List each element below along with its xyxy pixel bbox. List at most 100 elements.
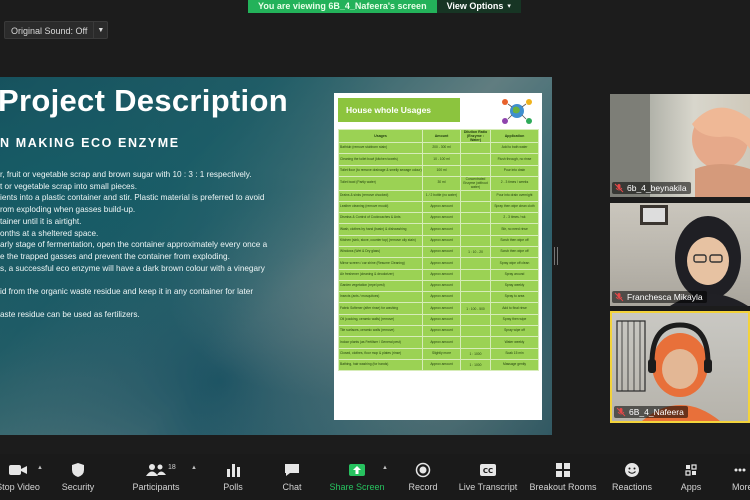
table-cell: Soak 15 min: [490, 347, 539, 360]
table-cell: Approx amount: [422, 257, 461, 270]
table-cell: [460, 313, 491, 327]
share-options-caret[interactable]: ▲: [382, 465, 388, 471]
apps-icon: [685, 464, 697, 476]
meeting-toolbar: Stop Video ▲ Security Participants 18 ▲ …: [0, 454, 750, 500]
table-cell: 1 : 1000: [460, 358, 491, 372]
table-cell: Indoor plants (as Fertiliser / General p…: [338, 336, 423, 349]
security-button[interactable]: Security: [58, 460, 98, 498]
security-label: Security: [61, 482, 95, 492]
participant-video: [616, 320, 720, 421]
table-cell: [460, 279, 491, 293]
table-cell: Approx amount: [422, 358, 461, 372]
table-row: Toilet bowl (Partly water) 30 ml Concentra…: [338, 175, 539, 191]
table-row: Leather cleaning (remove mould) Approx am…: [338, 200, 539, 214]
table-cell: [460, 223, 491, 236]
table-cell: Massage gently: [490, 358, 539, 372]
video-tile-franchesca[interactable]: Franchesca Mikayla: [610, 203, 750, 306]
table-cell: [460, 141, 491, 155]
slide-line: aste residue can be used as fertilizers.: [0, 310, 140, 320]
video-tile-nafeera-active-speaker[interactable]: 6B_4_Nafeera: [610, 311, 750, 423]
table-row: Toilet floor (to remove drainage & smell…: [338, 164, 539, 177]
participant-name-bar: 6B_4_Nafeera: [614, 406, 688, 418]
table-cell: Spray then wipe clean cloth: [490, 200, 539, 214]
participants-options-caret[interactable]: ▲: [191, 465, 197, 471]
table-cell: 30 ml: [422, 175, 461, 191]
table-cell: Slightly more: [422, 347, 461, 360]
table-cell: Garden vegetation (repel pest): [338, 279, 423, 293]
slide-spacer: [0, 298, 330, 310]
participant-name: 6b_4_beynakila: [627, 183, 687, 193]
slide-spacer: [0, 274, 330, 286]
apps-button[interactable]: Apps: [678, 460, 704, 498]
table-cell: Approx amount: [422, 245, 461, 259]
live-transcript-button[interactable]: CC Live Transcript: [457, 460, 519, 498]
record-button[interactable]: Record: [406, 460, 440, 498]
table-row: Kitchen (sink, stove, counter top) (remo…: [338, 234, 539, 247]
table-cell: [460, 268, 491, 281]
table-cell: Add to final rinse: [490, 302, 539, 315]
original-sound-button[interactable]: Original Sound: Off: [4, 21, 95, 39]
table-row: Bathing, hair washing (for hands) Approx …: [338, 358, 539, 372]
table-cell: Leather cleaning (remove mould): [338, 200, 423, 214]
table-cell: 100 ml: [422, 164, 461, 177]
video-tile-beynakila[interactable]: 6b_4_beynakila: [610, 94, 750, 197]
chevron-down-icon: ▼: [97, 27, 105, 34]
microphone-muted-icon: [614, 183, 624, 193]
viewing-banner: You are viewing 6B_4_Nafeera's screen Vi…: [248, 0, 521, 13]
chat-button[interactable]: Chat: [278, 460, 306, 498]
chat-label: Chat: [282, 482, 302, 492]
table-cell: Tile surfaces, ceramic walls (remove): [338, 325, 423, 338]
video-options-caret[interactable]: ▲: [37, 465, 43, 471]
table-cell: [460, 153, 491, 166]
table-cell: [460, 212, 491, 225]
viewing-text: You are viewing 6B_4_Nafeera's screen: [248, 0, 437, 13]
original-sound-dropdown[interactable]: ▼: [94, 21, 109, 39]
table-row: Bathtub (remove stubborn stain) 200 - 300…: [338, 141, 539, 155]
record-label: Record: [408, 482, 438, 492]
table-cell: [460, 257, 491, 270]
table-cell: Spray weekly: [490, 279, 539, 293]
polls-icon: [227, 464, 240, 477]
table-row: Closed, clothes, floor mop & plates (rin…: [338, 347, 539, 360]
table-cell: 2 - 3 times / weeks: [490, 175, 539, 191]
reactions-button[interactable]: Reactions: [610, 460, 654, 498]
chat-icon: [285, 464, 299, 476]
table-cell: Wash, clothes by hand (basin) & dishwash…: [338, 223, 423, 236]
breakout-rooms-button[interactable]: Breakout Rooms: [528, 460, 598, 498]
table-cell: [460, 291, 491, 304]
more-button[interactable]: More: [732, 460, 750, 498]
slide-line: e the trapped gasses and prevent the con…: [0, 251, 230, 261]
share-screen-button[interactable]: Share Screen: [328, 460, 386, 498]
table-row: Oil (cooking, ceramic walls) (remove) App…: [338, 313, 539, 327]
table-cell: Scrub then wipe off: [490, 234, 539, 247]
table-cell: [460, 164, 491, 177]
slide-line: onths at a sheltered space.: [0, 228, 99, 238]
share-screen-icon: [349, 464, 365, 476]
shield-icon: [72, 463, 84, 477]
usage-table-body: Bathtub (remove stubborn stain) 200 - 300…: [338, 141, 539, 372]
polls-button[interactable]: Polls: [218, 460, 248, 498]
table-cell: Approx amount: [422, 223, 461, 236]
table-cell: Concentrated Enzyme (without water): [460, 175, 491, 191]
table-cell: 10 - 100 ml: [422, 153, 461, 166]
table-cell: Approx amount: [422, 279, 461, 293]
table-cell: Add to bath water: [490, 141, 539, 155]
video-camera-icon: [9, 465, 27, 475]
table-row: Tile surfaces, ceramic walls (remove) App…: [338, 325, 539, 338]
table-cell: [460, 200, 491, 214]
table-cell: Approx amount: [422, 336, 461, 349]
table-cell: [460, 234, 491, 247]
participant-name: Franchesca Mikayla: [627, 292, 703, 302]
table-cell: Fabric Softener (after rinse) for washin…: [338, 302, 423, 315]
table-cell: Pour into drain overnight: [490, 189, 539, 202]
table-cell: Approx amount: [422, 302, 461, 315]
panel-resize-handle[interactable]: [554, 247, 558, 265]
chevron-down-icon: ▾: [507, 3, 511, 10]
table-row: Cleaning the toilet bowl (kitchen towels…: [338, 153, 539, 166]
table-row: Drains & sinks (remove chocked) 1 / 2 bot…: [338, 189, 539, 202]
table-cell: Approx amount: [422, 268, 461, 281]
table-cell: Pour into drain: [490, 164, 539, 177]
slide-line: r, fruit or vegetable scrap and brown su…: [0, 170, 252, 179]
view-options-button[interactable]: View Options ▾: [436, 0, 521, 13]
shared-screen-slide[interactable]: Project Description N MAKING ECO ENZYME …: [0, 77, 552, 435]
